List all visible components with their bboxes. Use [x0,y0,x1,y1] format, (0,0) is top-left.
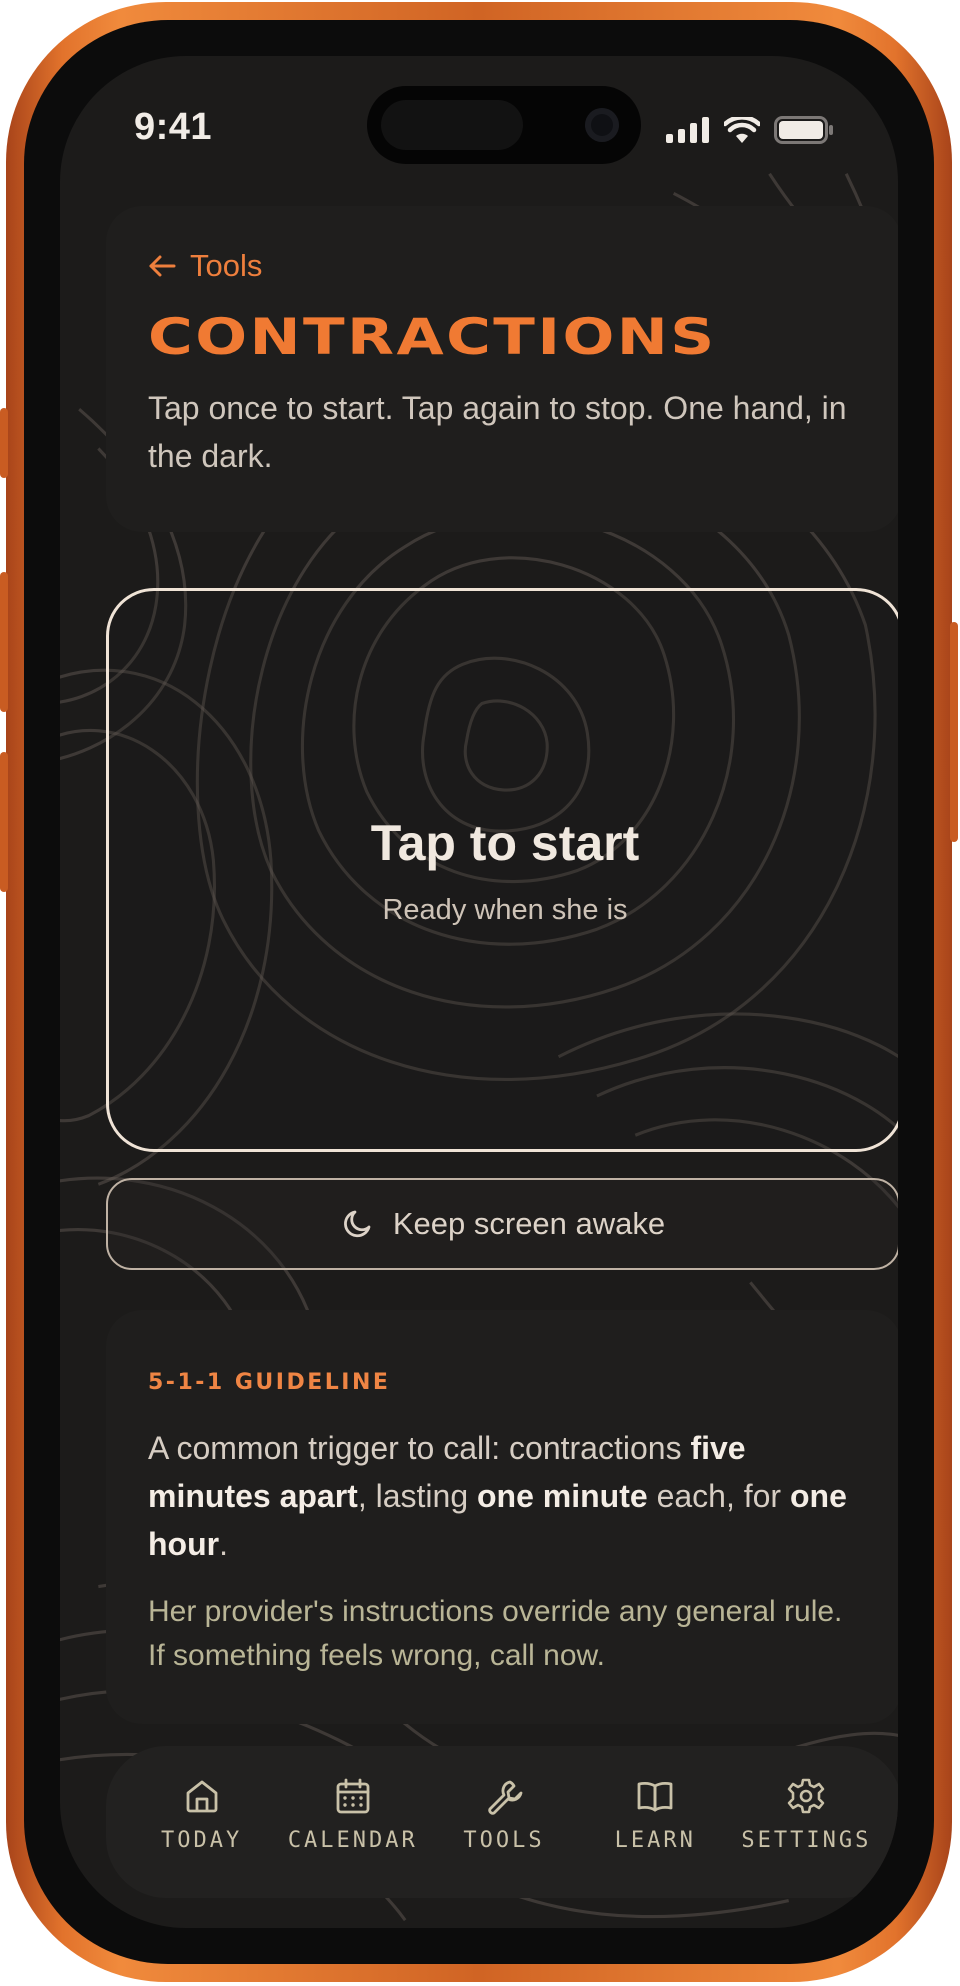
dynamic-island [367,86,641,164]
timer-title: Tap to start [370,814,640,871]
cellular-signal-icon [666,117,709,143]
tab-tools[interactable]: TOOLS [428,1746,579,1898]
moon-icon [343,1210,371,1238]
phone-bezel: 9:41 Tools CONTRACTIONS Tap once to star… [24,20,934,1964]
tab-learn[interactable]: LEARN [580,1746,731,1898]
page-subtitle: Tap once to start. Tap again to stop. On… [148,390,847,474]
guideline-text: A common trigger to call: contractions f… [148,1430,847,1562]
home-icon [186,1780,217,1813]
guideline-label: 5-1-1 GUIDELINE [148,1370,391,1395]
page-title: CONTRACTIONS [148,308,717,366]
camera-icon [585,108,619,142]
guideline-emphasis: one minute [477,1478,648,1514]
back-label: Tools [190,248,263,283]
action-button [0,408,8,478]
back-button[interactable]: Tools [148,248,262,284]
gear-icon [788,1778,825,1814]
keep-screen-awake-button[interactable]: Keep screen awake [106,1178,898,1270]
power-button [950,622,958,842]
arrow-left-icon [149,255,176,277]
wifi-icon [724,116,760,143]
calendar-icon [336,1778,370,1814]
timer-subtitle: Ready when she is [382,893,628,926]
tab-bar: TODAY CALENDAR TOOLS LEARN SETTINGS [106,1746,898,1898]
keep-screen-awake-label: Keep screen awake [392,1206,666,1241]
volume-up-button [0,572,8,712]
screen: 9:41 Tools CONTRACTIONS Tap once to star… [60,56,898,1928]
tab-settings-label: SETTINGS [741,1828,872,1853]
contraction-timer-button[interactable]: Tap to start Ready when she is [106,588,898,1152]
phone-frame: 9:41 Tools CONTRACTIONS Tap once to star… [0,2,958,1982]
status-icons [666,116,834,144]
guideline-note: Her provider's instructions override any… [148,1595,843,1672]
tab-calendar-label: CALENDAR [287,1828,418,1853]
volume-down-button [0,752,8,892]
tab-tools-label: TOOLS [463,1828,545,1853]
guideline-card: 5-1-1 GUIDELINE A common trigger to call… [106,1310,898,1724]
header-card: Tools CONTRACTIONS Tap once to start. Ta… [106,206,898,532]
tab-today-label: TODAY [160,1828,243,1853]
status-time: 9:41 [134,106,213,148]
tab-learn-label: LEARN [614,1828,696,1853]
tab-calendar[interactable]: CALENDAR [277,1746,428,1898]
book-icon [637,1782,673,1812]
tab-settings[interactable]: SETTINGS [731,1746,882,1898]
battery-icon [774,116,833,144]
wrench-icon [488,1780,523,1815]
tab-today[interactable]: TODAY [126,1746,277,1898]
